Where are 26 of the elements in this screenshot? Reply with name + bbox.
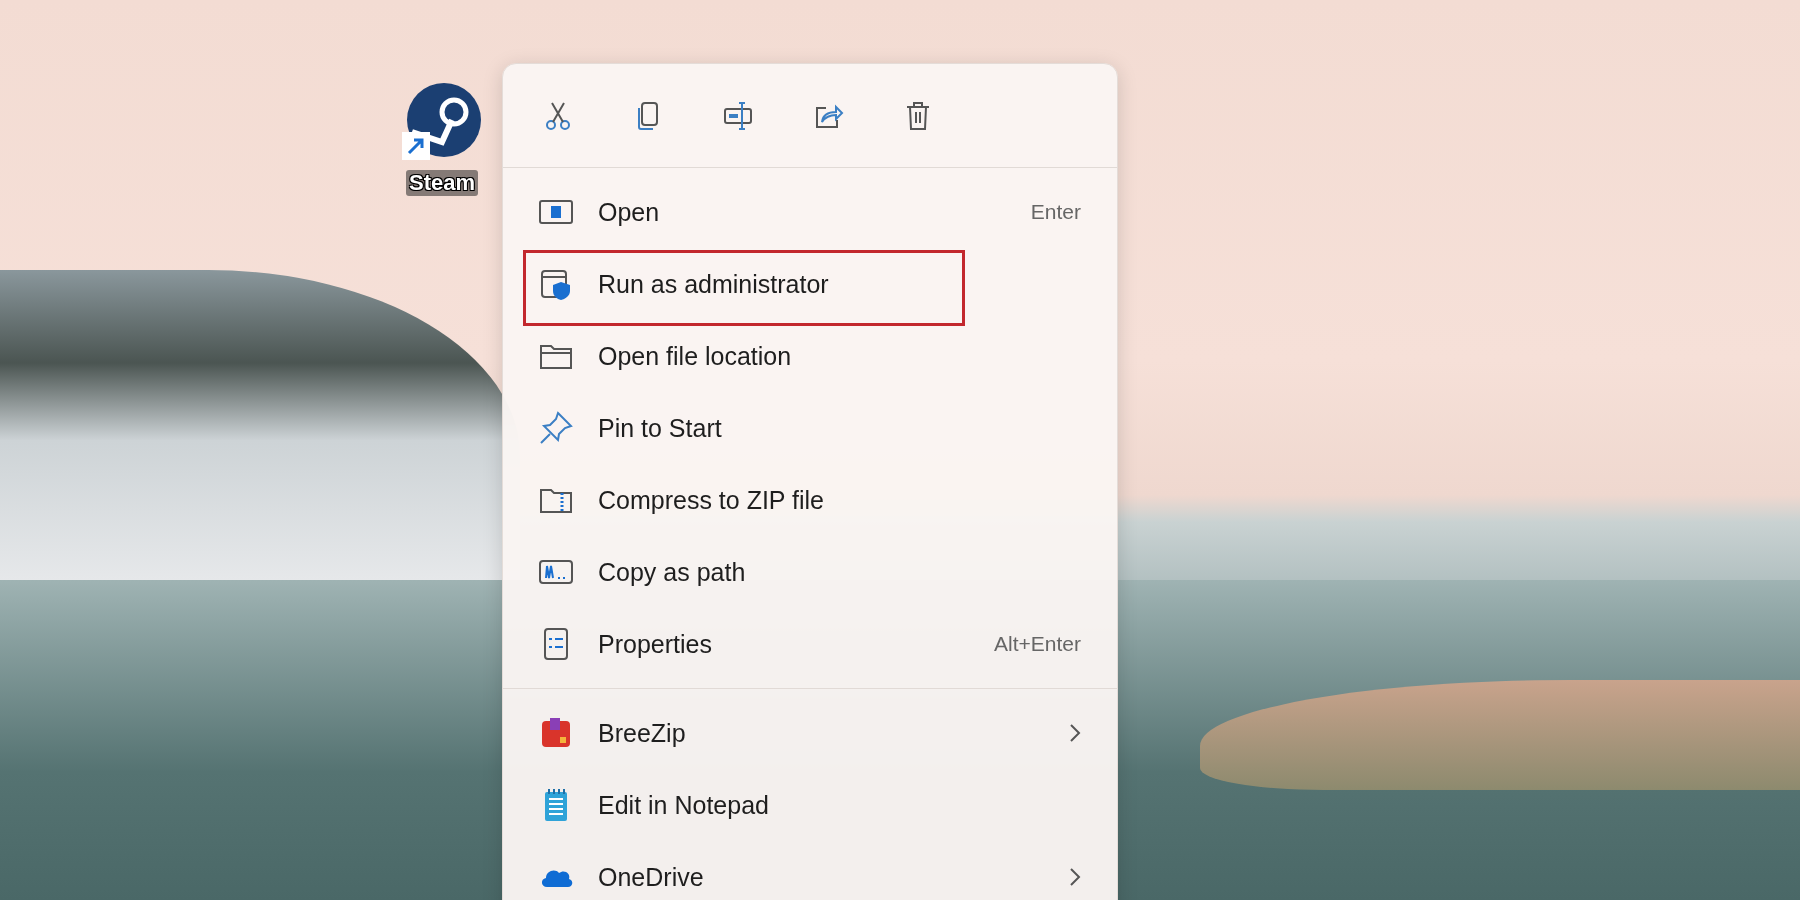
pin-icon [538,410,574,446]
menu-item-label: Compress to ZIP file [598,485,825,515]
menu-item-label: Pin to Start [598,413,723,443]
menu-item[interactable]: Pin to Start [503,392,1117,464]
shortcut-text: Alt+Enter [994,632,1081,656]
menu-item[interactable]: Properties Alt+Enter [503,608,1117,680]
menu-item[interactable]: BreeZip [503,697,1117,769]
desktop-icon-label: Steam [405,170,478,196]
menu-item[interactable]: Run as administrator [503,248,1117,320]
menu-item[interactable]: Edit in Notepad [503,769,1117,841]
menu-item[interactable]: Open Enter [503,176,1117,248]
shortcut-text: Enter [1030,200,1081,224]
menu-item-label: Open file location [598,341,793,371]
menu-item-label: BreeZip [598,718,687,748]
menu-item[interactable]: Compress to ZIP file [503,464,1117,536]
menu-item-label: Properties [598,629,713,659]
menu-item-label: Run as administrator [598,269,830,299]
steam-app-icon[interactable] [402,82,482,162]
rename-icon [722,99,754,132]
menu-item-label: Edit in Notepad [598,790,770,820]
menu-item-label: OneDrive [598,862,705,892]
menu-item[interactable]: Copy as path [503,536,1117,608]
menu-item[interactable]: OneDrive [503,841,1117,900]
menu-item-label: Copy as path [598,557,747,587]
menu-item-label: Open [598,197,661,227]
menu-item[interactable]: Open file location [503,320,1117,392]
